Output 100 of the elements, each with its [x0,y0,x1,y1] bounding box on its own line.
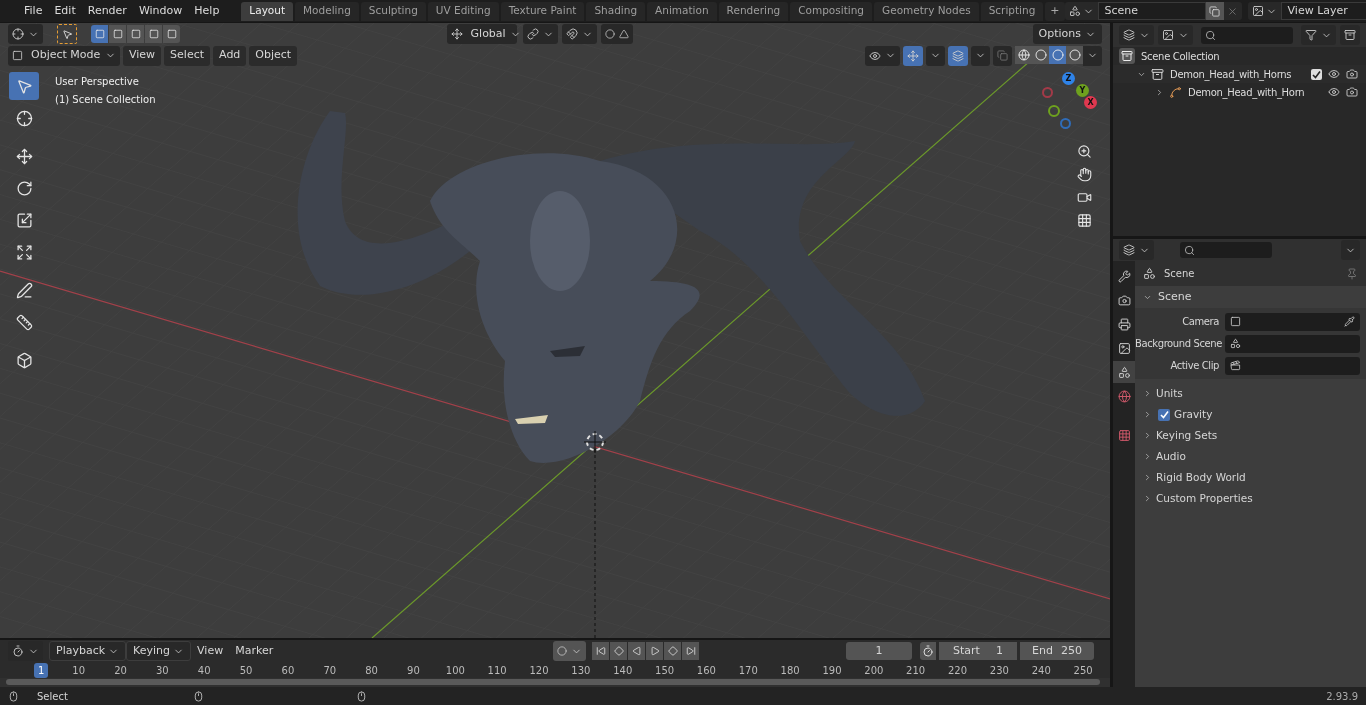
select-mode-button[interactable] [145,25,162,43]
timeline-menu[interactable]: Marker [229,641,280,661]
camera-icon[interactable] [1346,86,1358,98]
workspace-tab[interactable]: Modeling [295,1,359,21]
overlay-toggle[interactable] [948,45,968,66]
editor-type-button[interactable] [1119,240,1154,260]
search-field[interactable] [1180,242,1272,258]
search-field[interactable] [1201,26,1293,44]
hand-icon[interactable] [1077,167,1092,182]
select-mode-button[interactable] [109,25,126,43]
workspace-tab[interactable]: Geometry Nodes [874,1,979,21]
workspace-tab[interactable]: Layout [241,1,294,21]
proportional-edit-button[interactable] [600,24,633,44]
panel-header[interactable]: Custom Properties [1135,488,1366,509]
workspace-tab[interactable]: Texture Paint [500,1,585,21]
header-menu[interactable]: Add [213,45,247,66]
field-label: Active Clip [1169,359,1219,373]
preview-range-button[interactable] [920,642,936,660]
gizmo-toggle[interactable] [903,45,923,66]
start-frame-field[interactable]: Start 1 [939,642,1017,660]
property-field[interactable] [1225,356,1360,375]
options-dropdown[interactable]: Options [1032,24,1102,44]
header-menu[interactable]: Object [249,45,298,66]
workspace-tab[interactable]: Shading [586,1,646,21]
collection-icon [1151,67,1164,81]
panel-header[interactable]: Audio [1135,446,1366,467]
checkbox[interactable] [1311,68,1322,80]
menu-item[interactable]: Help [188,2,226,20]
header-menu[interactable]: Select [164,45,211,66]
record-icon [557,646,568,656]
workspace-tab[interactable]: Sculpting [360,1,426,21]
scene-name-field[interactable]: Scene [1097,2,1206,20]
zoom-icon[interactable] [1077,144,1092,159]
tool-button[interactable] [57,24,77,44]
eye-icon[interactable] [1328,86,1340,98]
property-field[interactable] [1225,312,1360,331]
header-menu[interactable]: View [123,45,162,66]
menu-item[interactable]: File [18,2,49,20]
square-icon [148,29,159,39]
wrench-icon [1117,269,1131,283]
property-field[interactable] [1225,334,1360,353]
display-mode-dropdown[interactable] [1119,25,1154,45]
playback-button[interactable] [646,642,664,660]
menu-item[interactable]: Edit [48,2,82,20]
workspace-tab[interactable]: Compositing [790,1,873,21]
filter-mode-dropdown[interactable] [1158,25,1193,45]
frame-number: 140 [612,664,633,678]
eye-icon[interactable] [1328,68,1340,80]
horizontal-scrollbar[interactable] [6,679,1100,685]
playback-button[interactable] [628,642,646,660]
next-keyframe-icon [667,646,678,656]
frame-number: 170 [738,664,759,678]
select-mode-button[interactable] [163,25,180,43]
filter-dropdown[interactable] [1301,25,1336,45]
visibility-dropdown[interactable] [865,45,900,66]
timeline-menu[interactable]: View [191,641,230,661]
timeline-dropdown[interactable]: Keying [126,641,192,661]
menu-item[interactable]: Render [81,2,133,20]
scene-selector[interactable] [1064,2,1098,20]
pin-icon[interactable] [1346,267,1358,280]
view-layer-name-field[interactable]: View Layer [1280,2,1366,20]
snap-dropdown[interactable] [561,24,597,44]
playback-button[interactable] [592,642,610,660]
panel-header[interactable]: Gravity [1135,404,1366,425]
workspace-tab[interactable]: Rendering [718,1,789,21]
panel-header[interactable]: Keying Sets [1135,425,1366,446]
playback-button[interactable] [664,642,682,660]
timeline-dropdown[interactable]: Playback [49,641,127,661]
playback-button[interactable] [610,642,628,660]
toolbar-tool[interactable] [9,72,39,100]
workspace-tab[interactable]: UV Editing [427,1,499,21]
grid-icon[interactable] [1077,213,1092,228]
frame-ruler[interactable]: 1 10 20 30 40 50 60 70 80 90 100 110 120 130 140 150 160 170 180 190 200 210 220 230 240 250 [0,662,1110,678]
properties-tab[interactable] [1113,361,1135,383]
end-frame-field[interactable]: End 250 [1020,642,1094,660]
view-layer-selector[interactable] [1247,2,1281,20]
add-workspace-button[interactable]: + [1045,1,1065,21]
editor-type-button[interactable] [8,24,43,44]
new-collection-button[interactable] [1340,25,1360,45]
menu-item[interactable]: Window [132,2,189,20]
select-mode-button[interactable] [127,25,144,43]
record-button[interactable] [553,641,587,661]
mode-dropdown[interactable]: Object Mode [8,45,120,66]
panel-header[interactable]: Rigid Body World [1135,467,1366,488]
panel-header[interactable]: Units [1135,383,1366,404]
scale-icon [15,211,33,229]
camera-icon[interactable] [1346,68,1358,80]
pivot-dropdown[interactable] [522,24,558,44]
square-icon [166,29,177,39]
image-icon [1162,29,1174,41]
playback-button[interactable] [682,642,700,660]
workspace-tab[interactable]: Animation [647,1,717,21]
current-frame-field[interactable]: 1 [846,642,912,660]
checkbox[interactable] [1158,408,1170,421]
camera-icon[interactable] [1077,190,1092,205]
select-mode-button[interactable] [91,25,108,43]
frame-number: 130 [570,664,591,678]
workspace-tab[interactable]: Scripting [980,1,1044,21]
shapes-icon [1068,5,1081,17]
transform-orientation-dropdown[interactable]: Global [446,24,517,44]
